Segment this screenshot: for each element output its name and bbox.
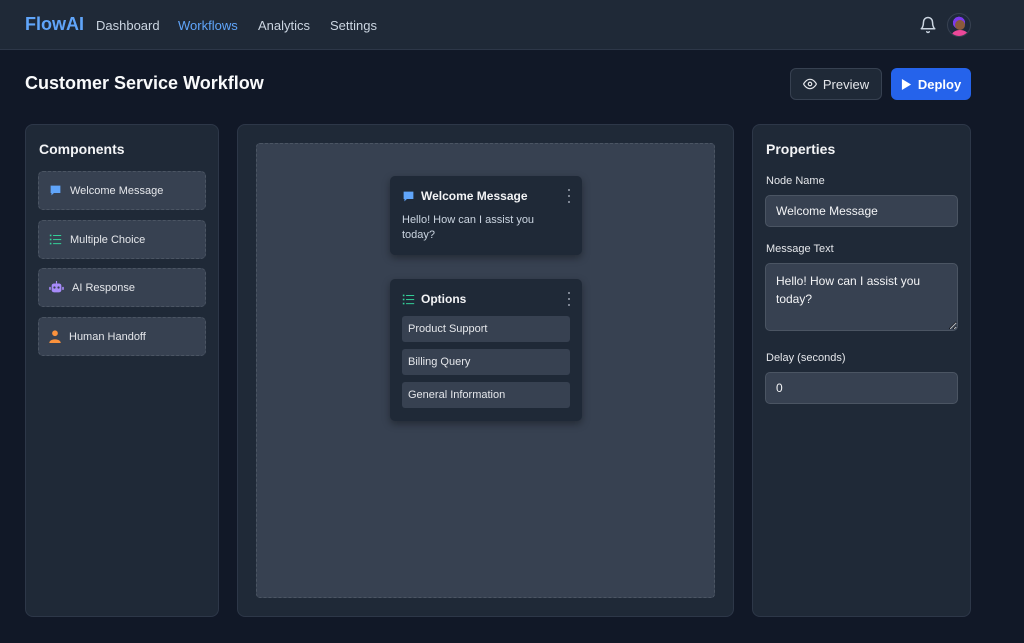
nav-link-workflows[interactable]: Workflows xyxy=(178,18,238,33)
component-welcome-message[interactable]: Welcome Message xyxy=(38,171,206,210)
option-item[interactable]: General Information xyxy=(402,382,570,408)
option-item[interactable]: Product Support xyxy=(402,316,570,342)
component-ai-response[interactable]: AI Response xyxy=(38,268,206,307)
avatar[interactable] xyxy=(947,13,971,37)
option-item[interactable]: Billing Query xyxy=(402,349,570,375)
components-title: Components xyxy=(39,141,125,157)
component-label: Human Handoff xyxy=(69,330,146,343)
message-text-input[interactable]: Hello! How can I assist you today? xyxy=(765,263,958,331)
person-icon xyxy=(49,330,61,343)
node-title: Options xyxy=(421,292,467,306)
top-navbar: FlowAI Dashboard Workflows Analytics Set… xyxy=(0,0,1024,50)
node-message-text: Hello! How can I assist you today? xyxy=(402,214,535,241)
node-name-label: Node Name xyxy=(766,175,825,187)
brand-logo[interactable]: FlowAI xyxy=(25,14,84,35)
list-icon xyxy=(49,234,62,245)
component-multiple-choice[interactable]: Multiple Choice xyxy=(38,220,206,259)
preview-label: Preview xyxy=(822,76,870,92)
deploy-label: Deploy xyxy=(917,76,962,92)
properties-panel: Properties Node Name Message Text Hello!… xyxy=(752,124,971,617)
node-name-input[interactable] xyxy=(765,195,958,227)
preview-button[interactable]: Preview xyxy=(790,68,882,100)
properties-title: Properties xyxy=(766,141,836,157)
component-label: AI Response xyxy=(72,281,135,294)
eye-icon xyxy=(802,78,817,90)
node-menu-icon[interactable] xyxy=(566,292,572,306)
nav-link-settings[interactable]: Settings xyxy=(330,18,377,33)
component-human-handoff[interactable]: Human Handoff xyxy=(38,317,206,356)
node-title: Welcome Message xyxy=(421,189,528,203)
components-panel: Components Welcome Message Multiple Choi… xyxy=(25,124,219,617)
message-text-label: Message Text xyxy=(766,243,834,255)
delay-input[interactable] xyxy=(765,372,958,404)
workflow-canvas[interactable]: Welcome Message Hello! How can I assist … xyxy=(256,143,715,598)
bell-icon[interactable] xyxy=(919,16,937,34)
welcome-message-node[interactable]: Welcome Message Hello! How can I assist … xyxy=(390,176,582,255)
list-icon xyxy=(402,294,415,304)
chat-bubble-icon xyxy=(403,191,414,201)
nav-link-analytics[interactable]: Analytics xyxy=(258,18,310,33)
page-title: Customer Service Workflow xyxy=(25,73,264,93)
component-label: Welcome Message xyxy=(70,184,164,197)
component-label: Multiple Choice xyxy=(70,233,146,246)
node-menu-icon[interactable] xyxy=(566,189,572,203)
nav-link-dashboard[interactable]: Dashboard xyxy=(96,18,160,33)
deploy-button[interactable]: Deploy xyxy=(891,68,971,100)
delay-label: Delay (seconds) xyxy=(766,352,846,364)
options-node[interactable]: Options Product Support Billing Query Ge… xyxy=(390,279,582,421)
play-icon xyxy=(901,78,911,90)
robot-icon xyxy=(49,281,64,293)
chat-bubble-icon xyxy=(50,185,61,196)
